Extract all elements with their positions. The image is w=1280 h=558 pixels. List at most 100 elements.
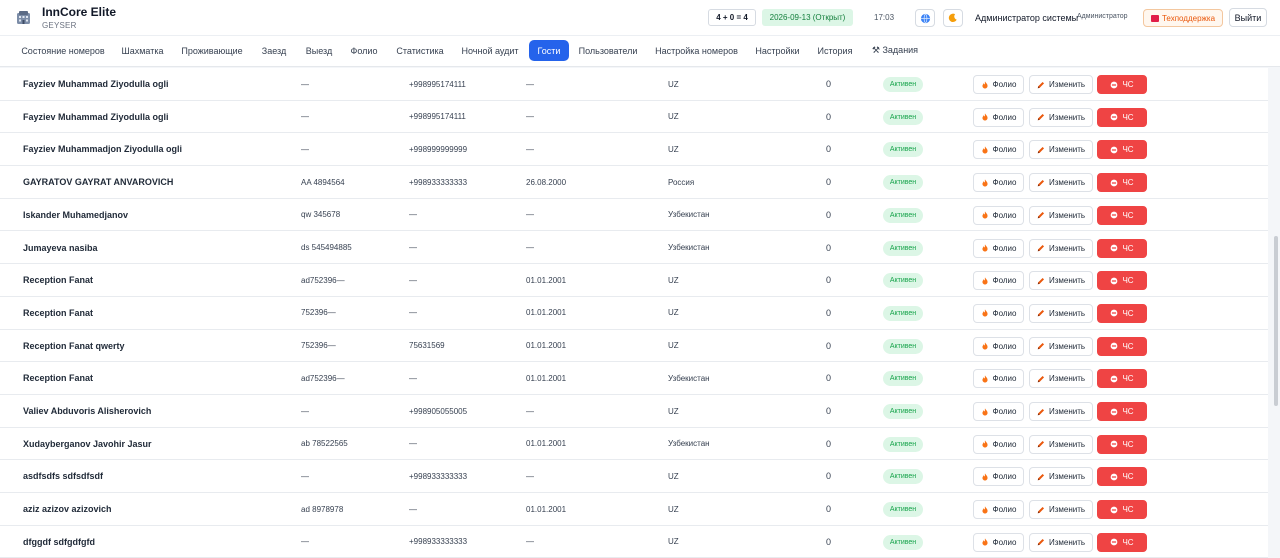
edit-button[interactable]: Изменить: [1029, 500, 1093, 520]
blacklist-button[interactable]: ЧС: [1097, 238, 1147, 258]
guest-birth-date: —: [526, 112, 534, 122]
user-role: Администратор: [1077, 13, 1128, 20]
table-row[interactable]: asdfsdfs sdfsdfsdf — +998933333333 — UZ 0 Акти…: [0, 460, 1268, 494]
theme-toggle-button[interactable]: [943, 9, 963, 27]
folio-button[interactable]: Фолио: [973, 173, 1024, 193]
blacklist-button[interactable]: ЧС: [1097, 467, 1147, 487]
table-row[interactable]: Fayziev Muhammad Ziyodulla ogli — +9989951…: [0, 68, 1268, 101]
table-row[interactable]: GAYRATOV GAYRAT ANVAROVICH AA 4894564 +998…: [0, 166, 1268, 199]
blacklist-button[interactable]: ЧС: [1097, 336, 1147, 356]
table-row[interactable]: Fayziev Muhammadjon Ziyodulla ogli — +9989…: [0, 133, 1268, 167]
edit-button[interactable]: Изменить: [1029, 402, 1093, 421]
blacklist-button[interactable]: ЧС: [1097, 303, 1147, 323]
blacklist-button[interactable]: ЧС: [1097, 75, 1147, 94]
folio-button[interactable]: Фолио: [973, 107, 1024, 127]
table-row[interactable]: aziz azizov azizovich ad 8978978 — 01.01.20…: [0, 493, 1268, 526]
pencil-icon: [1037, 244, 1044, 252]
tab-statistics[interactable]: Статистика: [391, 40, 449, 61]
flame-icon: [981, 178, 988, 187]
folio-button[interactable]: Фолио: [973, 271, 1024, 291]
edit-button[interactable]: Изменить: [1029, 173, 1093, 193]
tab-tasks[interactable]: ⚒ Задания: [866, 40, 924, 61]
blacklist-label: ЧС: [1122, 145, 1134, 155]
edit-label: Изменить: [1048, 439, 1086, 449]
table-row[interactable]: Jumayeva nasiba ds 545494885 — — Узбекистан 0…: [0, 231, 1268, 265]
blacklist-button[interactable]: ЧС: [1097, 205, 1147, 225]
language-button[interactable]: [915, 9, 935, 27]
edit-button[interactable]: Изменить: [1029, 271, 1093, 291]
table-row[interactable]: Valiev Abduvoris Alisherovich — +998905055…: [0, 395, 1268, 428]
folio-button[interactable]: Фолио: [973, 238, 1024, 258]
scrollbar-thumb[interactable]: [1274, 236, 1278, 406]
blacklist-button[interactable]: ЧС: [1097, 369, 1147, 389]
folio-button[interactable]: Фолио: [973, 369, 1024, 389]
edit-button[interactable]: Изменить: [1029, 107, 1093, 127]
table-row[interactable]: Fayziev Muhammad Ziyodulla ogli — +9989951…: [0, 100, 1268, 134]
tab-chessboard[interactable]: Шахматка: [116, 40, 169, 61]
tab-check-in[interactable]: Заезд: [256, 40, 292, 61]
pencil-icon: [1037, 114, 1044, 121]
edit-button[interactable]: Изменить: [1029, 532, 1093, 552]
guest-country: UZ: [668, 144, 679, 154]
logout-button[interactable]: Выйти: [1229, 8, 1267, 27]
folio-button[interactable]: Фолио: [973, 336, 1024, 356]
edit-button[interactable]: Изменить: [1029, 140, 1093, 160]
blacklist-button[interactable]: ЧС: [1097, 173, 1147, 193]
tab-room-status[interactable]: Состояние номеров: [16, 40, 110, 61]
folio-button[interactable]: Фолио: [973, 303, 1024, 323]
scrollbar[interactable]: [1272, 68, 1280, 558]
folio-button[interactable]: Фолио: [973, 532, 1024, 552]
edit-button[interactable]: Изменить: [1029, 205, 1093, 225]
tab-residents[interactable]: Проживающие: [176, 40, 248, 61]
table-row[interactable]: Iskander Muhamedjanov qw 345678 — — Узбекист…: [0, 198, 1268, 232]
blacklist-button[interactable]: ЧС: [1097, 532, 1147, 552]
edit-button[interactable]: Изменить: [1029, 303, 1093, 323]
edit-button[interactable]: Изменить: [1029, 238, 1093, 258]
tab-room-settings[interactable]: Настройка номеров: [650, 40, 743, 61]
table-row[interactable]: Reception Fanat ad752396— — 01.01.2001 Узбек…: [0, 362, 1268, 395]
blacklist-button[interactable]: ЧС: [1097, 500, 1147, 520]
folio-button[interactable]: Фолио: [973, 500, 1024, 520]
pencil-icon: [1037, 441, 1044, 448]
blacklist-button[interactable]: ЧС: [1097, 434, 1147, 454]
support-button[interactable]: Техподдержка: [1143, 9, 1223, 27]
edit-button[interactable]: Изменить: [1029, 75, 1093, 94]
tab-night-audit[interactable]: Ночной аудит: [456, 40, 524, 61]
guest-birth-date: —: [526, 79, 534, 89]
guest-balance: 0: [826, 177, 832, 188]
blacklist-button[interactable]: ЧС: [1097, 140, 1147, 160]
folio-label: Фолио: [992, 243, 1017, 253]
tab-users[interactable]: Пользователи: [575, 40, 641, 61]
edit-button[interactable]: Изменить: [1029, 369, 1093, 389]
table-row[interactable]: dfggdf sdfgdfgfd — +998933333333 — UZ 0 Активе…: [0, 525, 1268, 558]
no-entry-icon: [1111, 81, 1118, 88]
edit-button[interactable]: Изменить: [1029, 467, 1093, 487]
folio-label: Фолио: [992, 276, 1017, 286]
blacklist-button[interactable]: ЧС: [1097, 271, 1147, 291]
edit-button[interactable]: Изменить: [1029, 336, 1093, 356]
folio-button[interactable]: Фолио: [973, 434, 1024, 454]
tab-check-out[interactable]: Выезд: [300, 40, 338, 61]
guest-country: UZ: [668, 537, 679, 547]
folio-button[interactable]: Фолио: [973, 467, 1024, 487]
blacklist-label: ЧС: [1122, 407, 1134, 416]
table-row[interactable]: Reception Fanat qwerty 752396— 75631569 01.…: [0, 329, 1268, 363]
tab-folio[interactable]: Фолио: [345, 40, 383, 61]
folio-button[interactable]: Фолио: [973, 75, 1024, 94]
folio-button[interactable]: Фолио: [973, 402, 1024, 421]
pencil-icon: [1037, 539, 1044, 546]
edit-button[interactable]: Изменить: [1029, 434, 1093, 454]
tab-history[interactable]: История: [812, 40, 858, 61]
table-row[interactable]: Reception Fanat ad752396— — 01.01.2001 UZ 0 Ак…: [0, 264, 1268, 297]
folio-button[interactable]: Фолио: [973, 205, 1024, 225]
table-row[interactable]: Xudayberganov Javohir Jasur ab 78522565 — 0…: [0, 427, 1268, 461]
blacklist-button[interactable]: ЧС: [1097, 107, 1147, 127]
blacklist-label: ЧС: [1122, 341, 1134, 351]
folio-button[interactable]: Фолио: [973, 140, 1024, 160]
tab-guests[interactable]: Гости: [529, 40, 569, 61]
guest-document: AA 4894564: [301, 177, 345, 187]
tab-settings[interactable]: Настройки: [751, 40, 804, 61]
table-row[interactable]: Reception Fanat 752396— — 01.01.2001 UZ 0 Акти…: [0, 296, 1268, 330]
guest-phone: +998995174111: [409, 79, 466, 89]
blacklist-button[interactable]: ЧС: [1097, 402, 1147, 421]
